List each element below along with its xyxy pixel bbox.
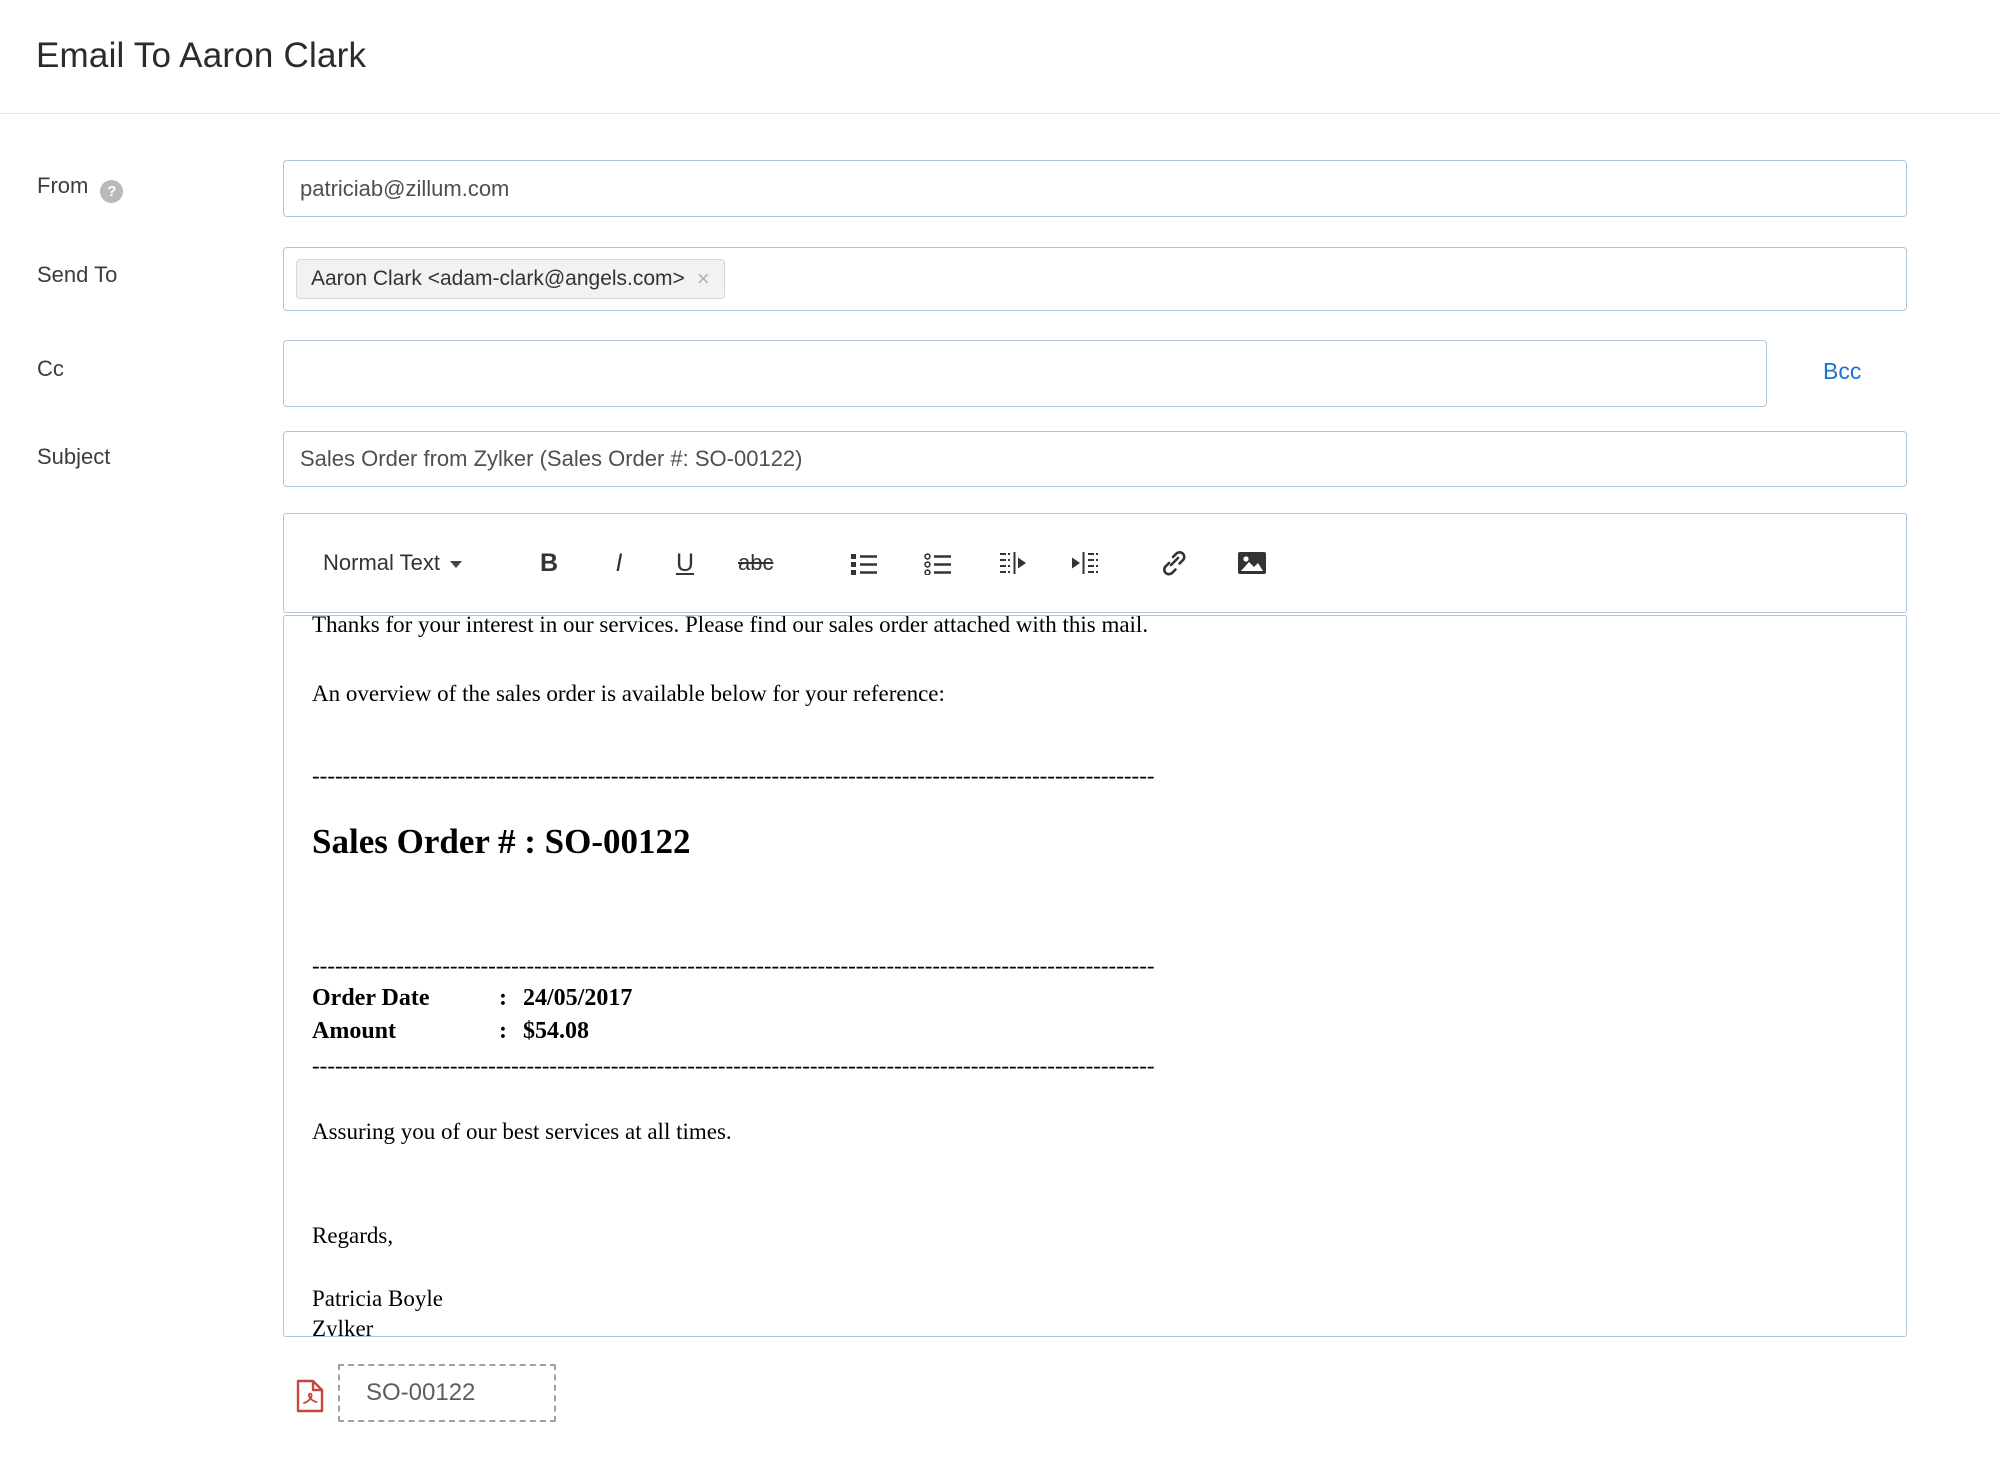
- body-closing-line: Assuring you of our best services at all…: [312, 1118, 1906, 1146]
- from-label-text: From: [37, 173, 88, 198]
- outdent-button[interactable]: [997, 541, 1027, 585]
- send-to-label: Send To: [37, 262, 117, 288]
- circle-list-icon: [924, 551, 952, 575]
- amount-value: $54.08: [523, 1018, 589, 1044]
- body-regards: Regards,: [312, 1222, 1906, 1250]
- body-intro-line2: An overview of the sales order is availa…: [312, 680, 1906, 708]
- colon: :: [499, 1015, 507, 1048]
- order-date-row: Order Date:24/05/2017: [312, 982, 1906, 1015]
- italic-button[interactable]: I: [604, 541, 634, 585]
- from-label: From?: [37, 173, 123, 203]
- from-input[interactable]: [283, 160, 1907, 217]
- amount-label: Amount: [312, 1015, 499, 1048]
- amount-row: Amount: $54.08: [312, 1015, 1906, 1048]
- recipient-chip-label: Aaron Clark <adam-clark@angels.com>: [311, 267, 685, 291]
- pdf-file-icon: [296, 1379, 324, 1418]
- attachment-file-name: SO-00122: [366, 1379, 475, 1407]
- colon: :: [499, 982, 507, 1015]
- order-date-value: 24/05/2017: [523, 985, 632, 1011]
- indent-icon: [1072, 550, 1100, 576]
- circle-list-button[interactable]: [923, 541, 953, 585]
- indent-button[interactable]: [1071, 541, 1101, 585]
- outdent-icon: [998, 550, 1026, 576]
- body-divider: ----------------------------------------…: [312, 1052, 1906, 1080]
- sender-name: Patricia Boyle: [312, 1284, 1906, 1314]
- recipient-chip[interactable]: Aaron Clark <adam-clark@angels.com> ×: [296, 259, 725, 299]
- email-body-editor[interactable]: Thanks for your interest in our services…: [283, 615, 1907, 1337]
- body-divider: ----------------------------------------…: [312, 952, 1906, 980]
- image-icon: [1237, 551, 1267, 575]
- attachment-row: SO-00122: [296, 1364, 556, 1422]
- insert-image-button[interactable]: [1237, 541, 1267, 585]
- subject-input[interactable]: [283, 431, 1907, 487]
- send-to-input[interactable]: Aaron Clark <adam-clark@angels.com> ×: [283, 247, 1907, 311]
- underline-button[interactable]: U: [670, 541, 700, 585]
- subject-label: Subject: [37, 444, 110, 470]
- sender-company: Zylker: [312, 1314, 1906, 1337]
- chevron-down-icon: [450, 561, 462, 568]
- sales-order-heading: Sales Order # : SO-00122: [312, 820, 1906, 864]
- bcc-link[interactable]: Bcc: [1823, 358, 1861, 385]
- bold-button[interactable]: B: [534, 541, 564, 585]
- editor-toolbar: Normal Text B I U abc: [283, 513, 1907, 613]
- bullet-list-button[interactable]: [849, 541, 879, 585]
- format-selector-dropdown[interactable]: Normal Text: [323, 550, 462, 576]
- page-header: Email To Aaron Clark: [0, 0, 2000, 114]
- cc-label: Cc: [37, 356, 64, 382]
- strikethrough-button[interactable]: abc: [738, 541, 773, 585]
- cc-input[interactable]: [283, 340, 1767, 407]
- bullet-list-icon: [850, 551, 878, 575]
- help-icon[interactable]: ?: [100, 180, 123, 203]
- attachment-chip[interactable]: SO-00122: [338, 1364, 556, 1422]
- link-icon: [1159, 549, 1189, 577]
- format-selector-label: Normal Text: [323, 550, 440, 576]
- body-intro-line1: Thanks for your interest in our services…: [312, 615, 1906, 639]
- page-title: Email To Aaron Clark: [36, 36, 366, 76]
- body-divider: ----------------------------------------…: [312, 762, 1906, 790]
- chip-remove-icon[interactable]: ×: [697, 268, 710, 290]
- order-date-label: Order Date: [312, 982, 499, 1015]
- insert-link-button[interactable]: [1159, 541, 1189, 585]
